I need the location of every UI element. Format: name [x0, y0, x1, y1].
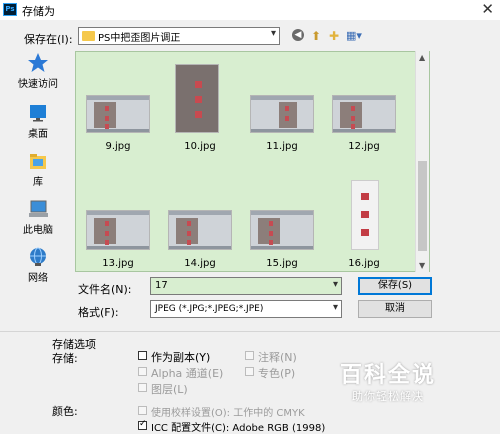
layers-checkbox: [138, 383, 147, 392]
save-button[interactable]: 保存(S): [358, 277, 432, 295]
sidebar-item-label: 桌面: [28, 129, 48, 140]
filename-value: 17: [155, 280, 168, 291]
use-proof-setup-checkbox: [138, 406, 147, 415]
chevron-down-icon[interactable]: ▾: [333, 302, 338, 313]
folder-icon: [82, 31, 95, 41]
file-thumbnail: [250, 210, 314, 250]
save-label: 存储:: [52, 352, 78, 365]
location-value: PS中把歪图片调正: [98, 33, 181, 44]
sidebar-item-label: 库: [33, 177, 43, 188]
network-icon: [30, 247, 46, 266]
watermark: 百科全说 助你轻松解决: [340, 357, 490, 407]
scroll-up-icon[interactable]: ▲: [419, 53, 425, 62]
alpha-channels-label: Alpha 通道(E): [151, 367, 224, 380]
format-label: 格式(F):: [78, 306, 119, 319]
sidebar-item-desktop[interactable]: 桌面: [10, 102, 66, 146]
file-item[interactable]: 9.jpg: [84, 95, 152, 155]
watermark-subtitle: 助你轻松解决: [352, 390, 424, 403]
file-thumbnail: [351, 180, 379, 250]
sidebar-item-library[interactable]: 库: [10, 150, 66, 194]
file-item[interactable]: 16.jpg: [330, 180, 398, 270]
chevron-down-icon[interactable]: ▾: [333, 279, 338, 290]
sidebar-item-network[interactable]: 网络: [10, 246, 66, 290]
file-thumbnail: [250, 95, 314, 133]
notes-label: 注释(N): [258, 351, 297, 364]
chevron-down-icon[interactable]: ▾: [271, 28, 276, 39]
view-menu-icon[interactable]: ▦▾: [346, 29, 366, 43]
format-value: JPEG (*.JPG;*.JPEG;*.JPE): [155, 304, 264, 314]
back-icon[interactable]: ◀: [292, 29, 304, 41]
file-name: 9.jpg: [105, 141, 131, 152]
sidebar-item-quick-access[interactable]: 快速访问: [10, 52, 66, 96]
spot-colors-checkbox: [245, 367, 254, 376]
layers-label: 图层(L): [151, 383, 188, 396]
file-item[interactable]: 12.jpg: [330, 95, 398, 155]
computer-icon: [29, 200, 48, 217]
as-copy-checkbox[interactable]: [138, 351, 147, 360]
save-in-label: 保存在(I):: [24, 33, 73, 46]
file-item[interactable]: 13.jpg: [84, 210, 152, 270]
scrollbar-thumb[interactable]: [418, 161, 427, 251]
file-name: 12.jpg: [348, 141, 380, 152]
file-thumbnail: [168, 210, 232, 250]
file-thumbnail: [332, 95, 396, 133]
color-label: 颜色:: [52, 405, 78, 418]
window-title: 存储为: [22, 5, 55, 18]
section-divider: [0, 331, 500, 332]
cancel-button[interactable]: 取消: [358, 300, 432, 318]
alpha-channels-checkbox: [138, 367, 147, 376]
file-item[interactable]: 10.jpg: [166, 64, 234, 155]
as-copy-label: 作为副本(Y): [151, 351, 211, 364]
spot-colors-label: 专色(P): [258, 367, 296, 380]
file-name: 15.jpg: [266, 258, 298, 269]
title-bar: Ps 存储为 ✕: [0, 0, 500, 20]
file-thumbnail: [175, 64, 219, 133]
sidebar-item-label: 快速访问: [18, 79, 58, 90]
watermark-title: 百科全说: [340, 363, 437, 388]
scroll-down-icon[interactable]: ▼: [419, 261, 425, 270]
close-icon[interactable]: ✕: [481, 1, 494, 17]
sidebar-item-this-pc[interactable]: 此电脑: [10, 198, 66, 242]
file-name: 16.jpg: [348, 258, 380, 269]
filename-label: 文件名(N):: [78, 283, 132, 296]
file-list-pane[interactable]: 9.jpg 10.jpg 11.jpg 12.jpg 13.jpg 14.jpg…: [75, 51, 430, 272]
file-thumbnail: [86, 210, 150, 250]
sidebar-item-label: 网络: [28, 273, 48, 284]
star-icon: [28, 53, 48, 72]
file-thumbnail: [86, 95, 150, 133]
use-proof-setup-label: 使用校样设置(O): 工作中的 CMYK: [151, 408, 305, 419]
file-name: 10.jpg: [184, 141, 216, 152]
file-name: 14.jpg: [184, 258, 216, 269]
icc-profile-checkbox[interactable]: [138, 419, 147, 430]
icc-profile-label: ICC 配置文件(C): Adobe RGB (1998): [151, 423, 326, 434]
library-icon: [30, 154, 46, 169]
desktop-icon: [30, 105, 46, 122]
photoshop-app-icon: Ps: [3, 3, 17, 16]
up-folder-icon[interactable]: ⬆: [311, 29, 325, 43]
places-sidebar: 快速访问 桌面 库 此电脑 网络: [10, 52, 66, 292]
new-folder-icon[interactable]: ✚: [329, 29, 343, 43]
sidebar-item-label: 此电脑: [23, 225, 53, 236]
format-select[interactable]: JPEG (*.JPG;*.JPEG;*.JPE) ▾: [150, 300, 342, 318]
notes-checkbox: [245, 351, 254, 360]
filename-input[interactable]: 17 ▾: [150, 277, 342, 295]
file-item[interactable]: 15.jpg: [248, 210, 316, 270]
file-list-scrollbar[interactable]: ▲ ▼: [415, 51, 429, 272]
file-name: 13.jpg: [102, 258, 134, 269]
file-item[interactable]: 11.jpg: [248, 95, 316, 155]
location-select[interactable]: PS中把歪图片调正 ▾: [78, 27, 280, 45]
file-name: 11.jpg: [266, 141, 298, 152]
file-item[interactable]: 14.jpg: [166, 210, 234, 270]
